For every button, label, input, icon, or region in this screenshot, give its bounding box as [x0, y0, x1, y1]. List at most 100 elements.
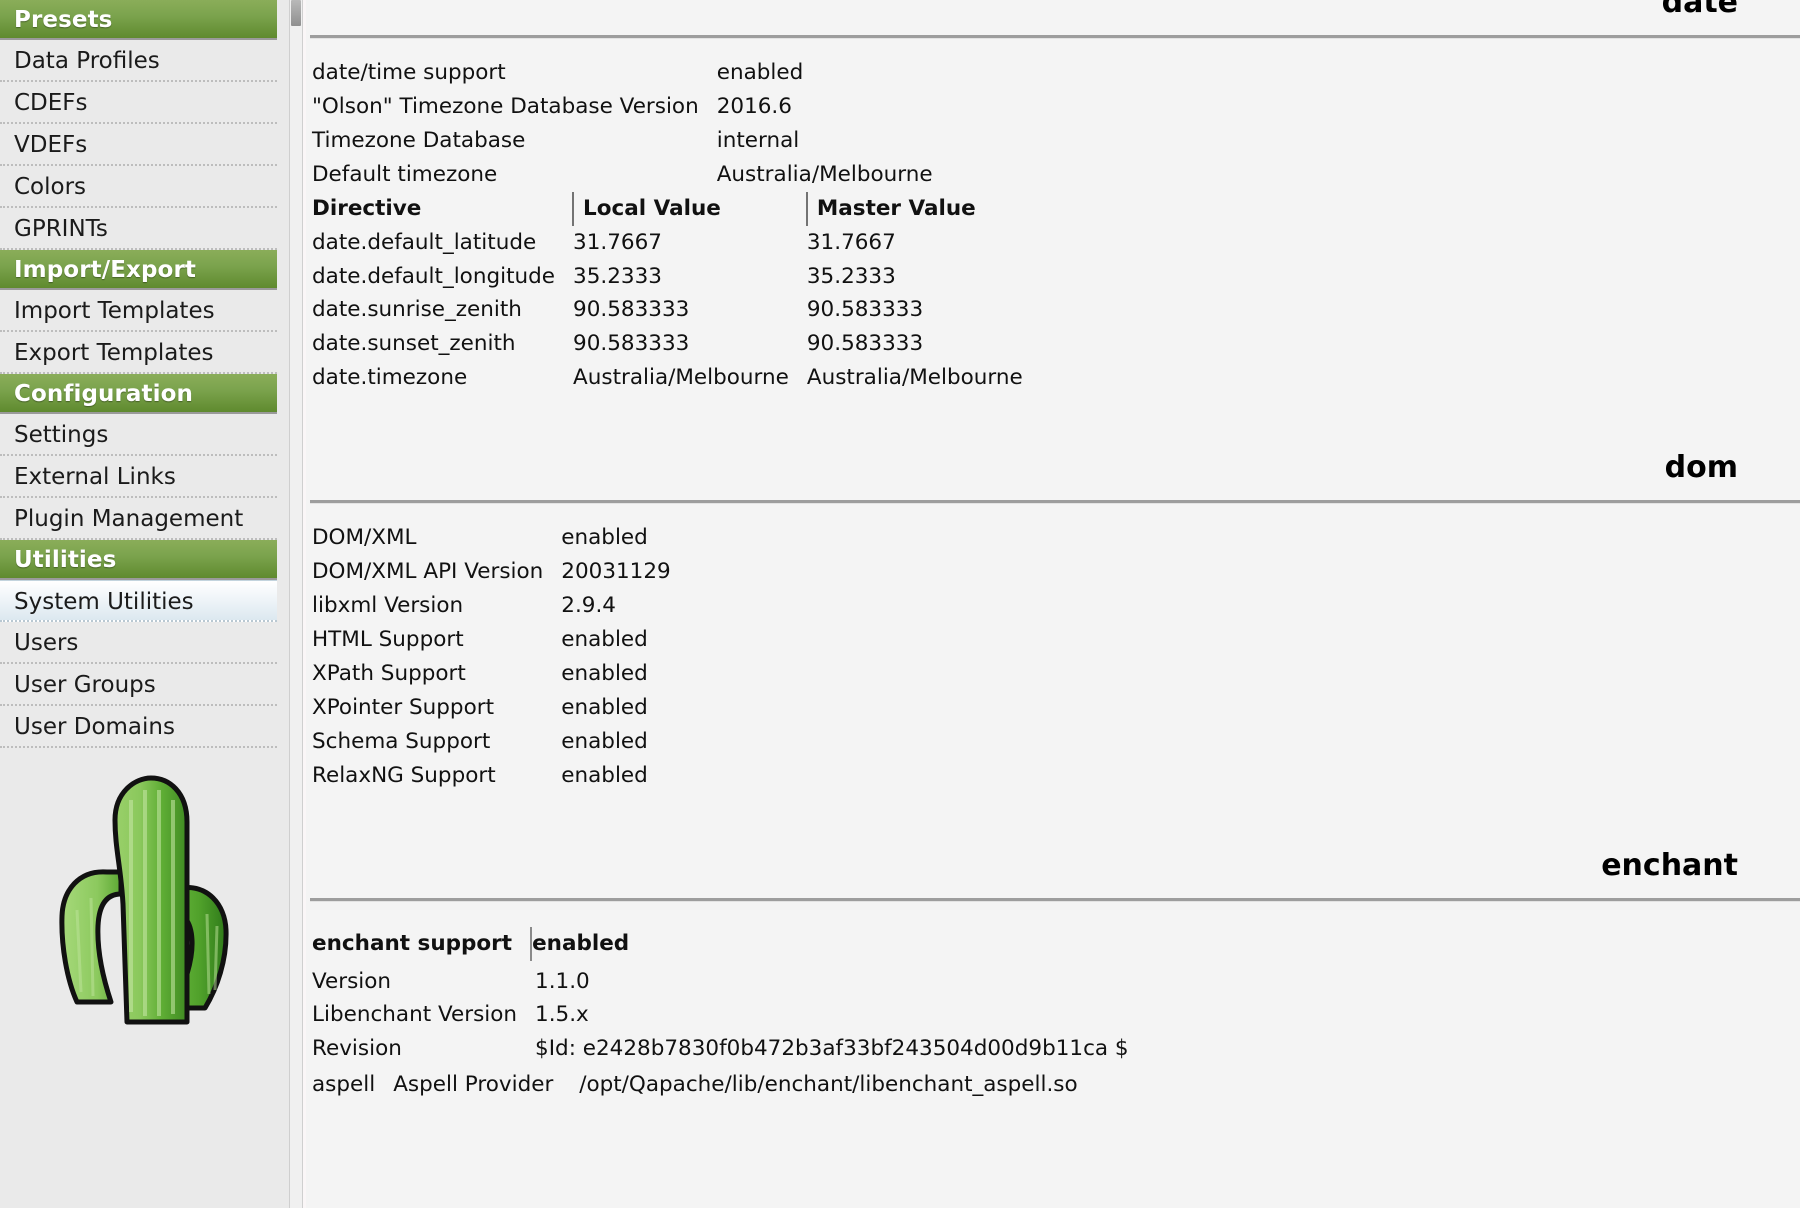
sidebar-header-configuration: Configuration: [0, 374, 289, 414]
phpinfo-section-date: date date/time support enabled "Olson" Time…: [306, 0, 1800, 453]
sidebar-item-gprints[interactable]: GPRINTs: [0, 208, 289, 250]
row-label: XPointer Support: [312, 694, 495, 720]
row-label: DOM/XML API Version: [312, 559, 544, 585]
date-info-table: date/time support enabled "Olson" Timezone…: [312, 56, 951, 192]
row-label: Timezone Database: [312, 127, 526, 153]
row-value: enabled: [561, 762, 648, 788]
table-row: date.sunset_zenith 90.583333 90.583333: [312, 327, 1041, 361]
enchant-support-table: enchant support enabled: [312, 926, 648, 961]
sidebar-item-settings[interactable]: Settings: [0, 414, 289, 456]
row-label: date.default_latitude: [312, 229, 537, 255]
row-label: Default timezone: [312, 161, 498, 187]
table-row: Schema Support enabled: [312, 725, 689, 759]
row-label: Schema Support: [312, 728, 491, 754]
table-row: DOM/XML enabled: [312, 521, 689, 555]
sidebar-header-presets: Presets: [0, 0, 289, 40]
row-label: "Olson" Timezone Database Version: [312, 93, 699, 119]
row-value: 31.7667: [573, 229, 662, 255]
sidebar-item-vdefs[interactable]: VDEFs: [0, 124, 289, 166]
table-row: libxml Version 2.9.4: [312, 589, 689, 623]
vertical-scrollbar[interactable]: [289, 0, 303, 1208]
table-row: "Olson" Timezone Database Version 2016.6: [312, 90, 951, 124]
table-row: XPath Support enabled: [312, 657, 689, 691]
phpinfo-section-dom: dom DOM/XML enabled DOM/XML API Version 2003…: [306, 453, 1800, 850]
row-value: Australia/Melbourne: [716, 161, 933, 187]
sidebar-item-external-links[interactable]: External Links: [0, 456, 289, 498]
enchant-info-table: Version 1.1.0 Libenchant Version 1.5.x Revis…: [312, 965, 1147, 1067]
row-label: RelaxNG Support: [312, 762, 496, 788]
section-divider: [310, 897, 1800, 901]
sidebar-item-user-groups[interactable]: User Groups: [0, 664, 289, 706]
row-value: /opt/Qapache/lib/enchant/libenchant_aspe…: [579, 1072, 1078, 1098]
row-value: 35.2333: [573, 263, 662, 289]
sidebar-edge: [277, 0, 289, 1208]
row-value: internal: [716, 127, 800, 153]
row-label: aspell: [312, 1072, 376, 1098]
phpinfo-section-enchant: enchant enchant support enabled Version 1.1.…: [306, 847, 1800, 1161]
row-value: enabled: [561, 525, 648, 551]
table-row: enchant support enabled: [312, 926, 648, 961]
table-row: XPointer Support enabled: [312, 691, 689, 725]
row-label: XPath Support: [312, 660, 466, 686]
row-value: 90.583333: [573, 297, 690, 323]
sidebar-item-colors[interactable]: Colors: [0, 166, 289, 208]
enchant-provider-table: aspell Aspell Provider/opt/Qapache/lib/en…: [312, 1068, 1096, 1102]
table-row: RelaxNG Support enabled: [312, 759, 689, 793]
section-divider: [310, 500, 1800, 504]
row-value: Australia/Melbourne: [806, 365, 1023, 391]
table-row: date.sunrise_zenith 90.583333 90.583333: [312, 293, 1041, 327]
row-label: date.timezone: [312, 365, 468, 391]
sidebar-item-cdefs[interactable]: CDEFs: [0, 82, 289, 124]
phpinfo-content: date date/time support enabled "Olson" Time…: [303, 0, 1800, 1208]
sidebar-header-import-export: Import/Export: [0, 250, 289, 290]
row-value: enabled: [530, 926, 648, 961]
section-title: date: [1661, 0, 1738, 20]
row-label: Libenchant Version: [312, 1002, 518, 1028]
row-value: 1.1.0: [535, 968, 590, 994]
sidebar-item-user-domains[interactable]: User Domains: [0, 706, 289, 748]
sidebar-item-import-templates[interactable]: Import Templates: [0, 290, 289, 332]
table-row: date.timezone Australia/Melbourne Australi…: [312, 361, 1041, 395]
row-value: 20031129: [561, 559, 671, 585]
sidebar-item-users[interactable]: Users: [0, 622, 289, 664]
app-root: Presets Data Profiles CDEFs VDEFs Colors GPRI…: [0, 0, 1800, 1208]
cacti-logo: [0, 748, 289, 1034]
table-row: date.default_longitude 35.2333 35.2333: [312, 260, 1041, 294]
table-row: date/time support enabled: [312, 56, 951, 90]
column-header: Master Value: [805, 191, 1041, 226]
row-value: 31.7667: [806, 229, 896, 255]
row-value: 1.5.x: [535, 1002, 589, 1028]
sidebar-item-export-templates[interactable]: Export Templates: [0, 332, 289, 374]
row-value: 90.583333: [573, 331, 690, 357]
sidebar-item-data-profiles[interactable]: Data Profiles: [0, 40, 289, 82]
row-value: 2.9.4: [561, 593, 616, 619]
table-row: date.default_latitude 31.7667 31.7667: [312, 226, 1041, 260]
table-row: HTML Support enabled: [312, 623, 689, 657]
column-header: Directive: [312, 195, 422, 221]
row-label: date.sunrise_zenith: [312, 297, 522, 323]
row-label: Revision: [312, 1036, 402, 1062]
row-value: 90.583333: [806, 331, 924, 357]
scrollbar-thumb[interactable]: [291, 0, 301, 26]
sidebar-menu: Presets Data Profiles CDEFs VDEFs Colors GPRI…: [0, 0, 289, 748]
section-title: enchant: [1601, 847, 1738, 883]
row-value: Aspell Provider: [393, 1072, 554, 1098]
row-value: enabled: [561, 660, 648, 686]
row-value: 2016.6: [716, 93, 792, 119]
row-value: 35.2333: [806, 263, 896, 289]
table-row: Revision $Id: e2428b7830f0b472b3af33bf243…: [312, 1032, 1147, 1066]
table-row: Default timezone Australia/Melbourne: [312, 158, 951, 192]
sidebar-navigation: Presets Data Profiles CDEFs VDEFs Colors GPRI…: [0, 0, 289, 1208]
table-row: Libenchant Version 1.5.x: [312, 998, 1147, 1032]
row-label: date.default_longitude: [312, 263, 556, 289]
row-value: enabled: [716, 60, 804, 85]
table-row: DOM/XML API Version 20031129: [312, 555, 689, 589]
sidebar-item-system-utilities[interactable]: System Utilities: [0, 580, 289, 622]
row-label: enchant support: [312, 930, 513, 956]
row-label: date/time support: [312, 60, 506, 85]
sidebar-item-plugin-management[interactable]: Plugin Management: [0, 498, 289, 540]
section-divider: [310, 35, 1800, 38]
